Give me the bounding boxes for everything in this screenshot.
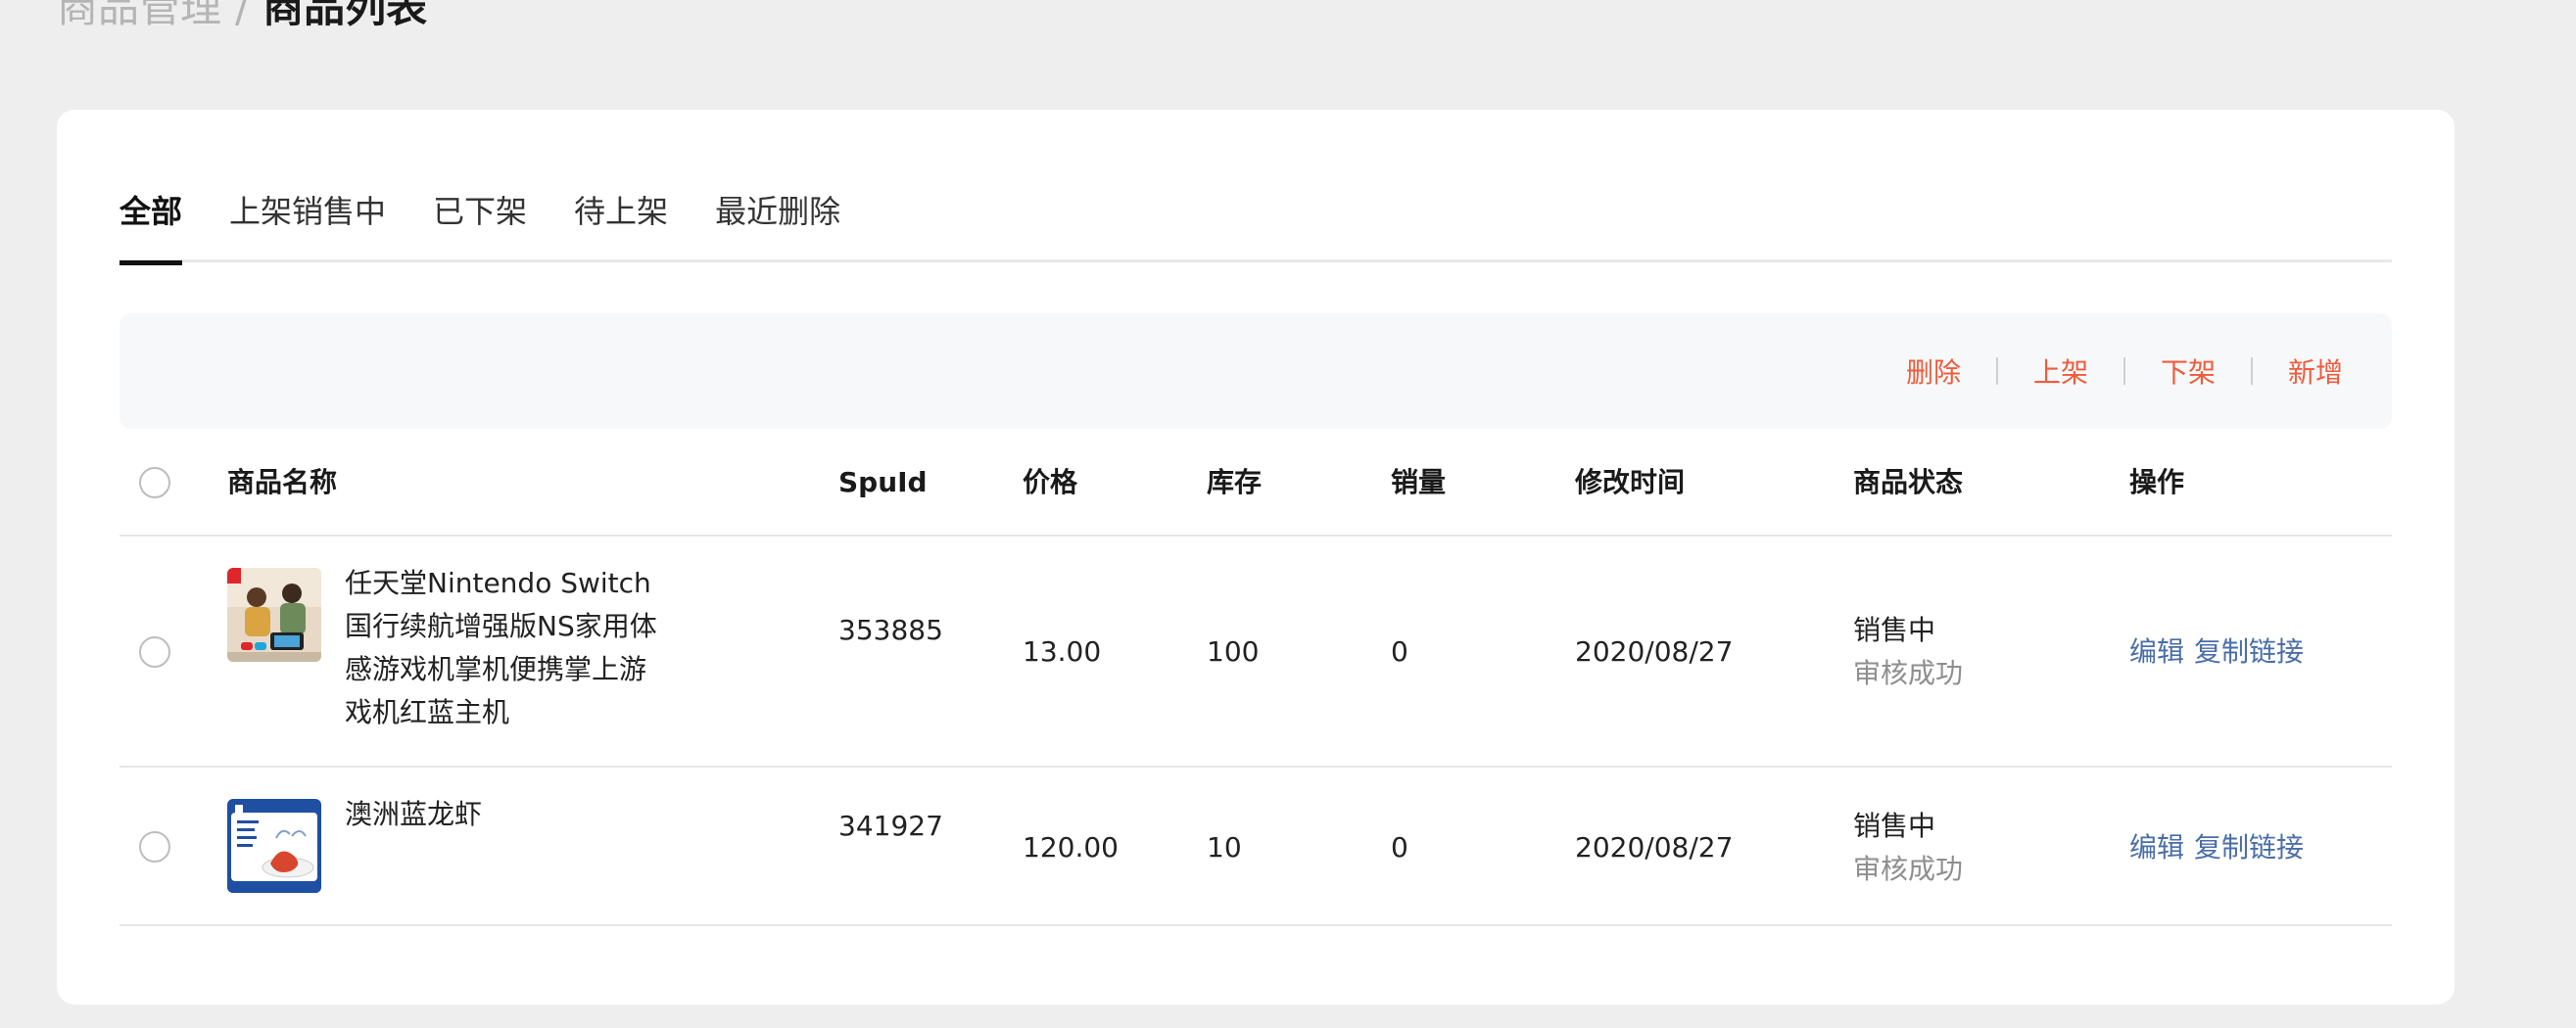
product-thumbnail[interactable] [227,799,321,893]
switch-photo-icon [227,568,321,662]
sales: 0 [1391,831,1408,864]
product-thumbnail[interactable] [227,568,321,662]
modified-time: 2020/08/27 [1575,635,1734,668]
batch-toolbar: 删除 上架 下架 新增 [119,313,2392,429]
header-time: 修改时间 [1575,466,1686,498]
product-name[interactable]: 澳洲蓝龙虾 [345,793,668,836]
batch-actions: 删除 上架 下架 新增 [1906,313,2343,429]
price: 13.00 [1023,635,1102,668]
action-divider [1995,357,1998,385]
modified-time: 2020/08/27 [1575,831,1734,864]
header-status: 商品状态 [1853,466,1964,498]
select-all-radio[interactable] [139,467,170,498]
audit-status: 审核成功 [1853,657,1964,689]
breadcrumb-current: 商品列表 [262,0,428,31]
sale-status: 销售中 [1853,810,1936,842]
spu-id: 353885 [838,614,943,646]
action-divider [2123,357,2125,385]
product-table: 商品名称 SpuId 价格 库存 销量 修改时间 商品状态 操作 任天堂Nint… [119,429,2392,926]
ops-cell: 编辑 复制链接 [2129,631,2304,674]
edit-link[interactable]: 编辑 [2129,831,2184,864]
row-select-radio[interactable] [139,831,170,863]
tab-all[interactable]: 全部 [119,174,183,265]
breadcrumb-parent[interactable]: 商品管理 [57,0,221,31]
tab-pending[interactable]: 待上架 [574,174,668,262]
sales: 0 [1391,635,1408,668]
product-list-card: 全部 上架销售中 已下架 待上架 最近删除 删除 上架 下架 新增 商品名称 S… [57,110,2455,1005]
status-cell: 销售中 审核成功 [1853,609,1963,695]
product-name[interactable]: 任天堂Nintendo Switch国行续航增强版NS家用体感游戏机掌机便携掌上… [345,562,668,734]
copy-link[interactable]: 复制链接 [2194,635,2304,668]
tab-on-sale[interactable]: 上架销售中 [229,174,386,262]
header-name: 商品名称 [227,466,338,498]
header-stock: 库存 [1207,466,1263,498]
add-product-button[interactable]: 新增 [2288,351,2343,391]
header-ops: 操作 [2129,466,2185,498]
delete-button[interactable]: 删除 [1906,351,1961,391]
tab-off-shelf[interactable]: 已下架 [433,174,527,262]
stock: 100 [1207,635,1260,668]
breadcrumb: 商品管理 / 商品列表 [57,0,427,37]
spu-id: 341927 [838,810,943,842]
header-sales: 销量 [1391,466,1447,498]
edit-link[interactable]: 编辑 [2129,635,2184,668]
breadcrumb-separator: / [235,0,250,31]
table-header-row: 商品名称 SpuId 价格 库存 销量 修改时间 商品状态 操作 [119,429,2392,537]
on-shelf-button[interactable]: 上架 [2033,351,2088,391]
table-row: 澳洲蓝龙虾 341927 120.00 10 0 2020/08/27 销售中 … [119,768,2392,926]
ops-cell: 编辑 复制链接 [2129,826,2304,869]
header-price: 价格 [1023,466,1078,498]
status-tabs: 全部 上架销售中 已下架 待上架 最近删除 [119,174,2392,265]
tab-recently-deleted[interactable]: 最近删除 [715,174,840,262]
off-shelf-button[interactable]: 下架 [2161,351,2216,391]
action-divider [2250,357,2253,385]
table-row: 任天堂Nintendo Switch国行续航增强版NS家用体感游戏机掌机便携掌上… [119,537,2392,768]
stock: 10 [1207,831,1242,864]
price: 120.00 [1023,831,1119,864]
lobster-package-icon [227,799,321,893]
sale-status: 销售中 [1853,614,1936,646]
header-spu: SpuId [838,466,928,498]
copy-link[interactable]: 复制链接 [2194,831,2304,864]
row-select-radio[interactable] [139,636,170,668]
audit-status: 审核成功 [1853,853,1964,885]
status-cell: 销售中 审核成功 [1853,805,1963,891]
